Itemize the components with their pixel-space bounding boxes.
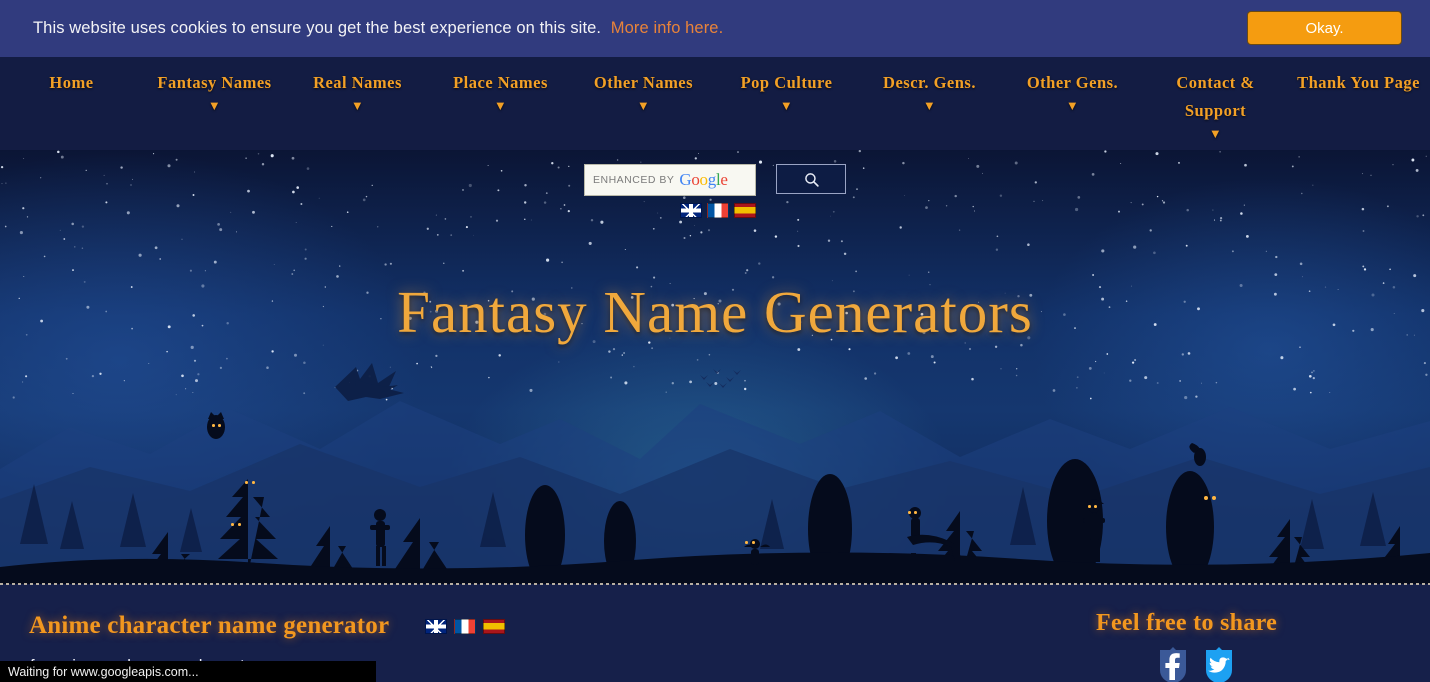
- dragon-silhouette: [335, 363, 404, 401]
- nav-item-label: Fantasy Names: [157, 73, 272, 92]
- language-flags-generator: [425, 619, 505, 634]
- browser-status-bar: Waiting for www.googleapis.com...: [0, 661, 376, 682]
- twitter-share-icon[interactable]: [1201, 646, 1237, 682]
- language-flags-header: [680, 203, 756, 218]
- cookie-message: This website uses cookies to ensure you …: [33, 19, 723, 38]
- spanish-flag[interactable]: [483, 619, 505, 634]
- chevron-down-icon: ▼: [350, 98, 365, 113]
- french-flag[interactable]: [707, 203, 729, 218]
- chevron-down-icon: ▼: [922, 98, 937, 113]
- french-flag[interactable]: [454, 619, 476, 634]
- cookie-consent-bar: This website uses cookies to ensure you …: [0, 0, 1430, 57]
- nav-item-real-names[interactable]: Real Names ▼: [286, 69, 429, 150]
- chevron-down-icon: ▼: [779, 98, 794, 113]
- nav-item-thank-you-page[interactable]: Thank You Page: [1287, 69, 1430, 150]
- hero-banner: Enhanced by Google Fantasy Name Generato…: [0, 150, 1430, 584]
- cookie-more-info-link[interactable]: More info here.: [611, 19, 723, 37]
- facebook-share-icon[interactable]: [1155, 646, 1191, 682]
- cookie-message-text: This website uses cookies to ensure you …: [33, 19, 602, 37]
- chevron-down-icon: ▼: [1065, 98, 1080, 113]
- nav-item-pop-culture[interactable]: Pop Culture ▼: [715, 69, 858, 150]
- nav-item-label: Home: [49, 73, 94, 92]
- nav-item-place-names[interactable]: Place Names ▼: [429, 69, 572, 150]
- chevron-down-icon: ▼: [493, 98, 508, 113]
- page-title: Fantasy Name Generators: [397, 279, 1033, 345]
- share-title: Feel free to share: [1096, 610, 1278, 636]
- nav-item-label: Other Gens.: [1026, 73, 1119, 92]
- search-input[interactable]: Enhanced by Google: [584, 164, 756, 196]
- search-enhanced-label: Enhanced by: [593, 174, 675, 186]
- english-flag[interactable]: [425, 619, 447, 634]
- search-icon: [804, 172, 819, 187]
- nav-item-label: Descr. Gens.: [883, 73, 976, 92]
- nav-item-label: Real Names: [313, 73, 402, 92]
- generator-title: Anime character name generator: [29, 612, 390, 639]
- nav-item-fantasy-names[interactable]: Fantasy Names ▼: [143, 69, 286, 150]
- nav-item-home[interactable]: Home: [0, 69, 143, 150]
- nav-item-label: Contact & Support: [1176, 73, 1255, 120]
- chevron-down-icon: ▼: [636, 98, 651, 113]
- site-search-block: Enhanced by Google: [0, 164, 1430, 218]
- nav-item-contact-support[interactable]: Contact & Support ▼: [1144, 69, 1287, 150]
- nav-item-list: Home Fantasy Names ▼ Real Names ▼ Place Names…: [0, 57, 1430, 150]
- nav-item-descr-gens[interactable]: Descr. Gens. ▼: [858, 69, 1001, 150]
- main-navigation: Home Fantasy Names ▼ Real Names ▼ Place Names…: [0, 57, 1430, 150]
- nav-item-other-names[interactable]: Other Names ▼: [572, 69, 715, 150]
- search-row: Enhanced by Google: [584, 164, 846, 196]
- spanish-flag[interactable]: [734, 203, 756, 218]
- nav-item-label: Pop Culture: [740, 73, 833, 92]
- fantasy-landscape-illustration: [0, 363, 1430, 584]
- search-submit-button[interactable]: [776, 164, 846, 194]
- chevron-down-icon: ▼: [207, 98, 222, 113]
- nav-item-label: Place Names: [453, 73, 548, 92]
- chevron-down-icon: ▼: [1208, 126, 1223, 141]
- nav-item-label: Thank You Page: [1297, 73, 1420, 92]
- bird-flock: [700, 369, 741, 388]
- english-flag[interactable]: [680, 203, 702, 218]
- google-logo: Google: [679, 170, 728, 189]
- nav-item-label: Other Names: [593, 73, 694, 92]
- section-divider: [0, 583, 1430, 585]
- cookie-accept-button[interactable]: Okay.: [1247, 11, 1402, 45]
- share-icon-list: [1155, 646, 1237, 682]
- nav-item-other-gens[interactable]: Other Gens. ▼: [1001, 69, 1144, 150]
